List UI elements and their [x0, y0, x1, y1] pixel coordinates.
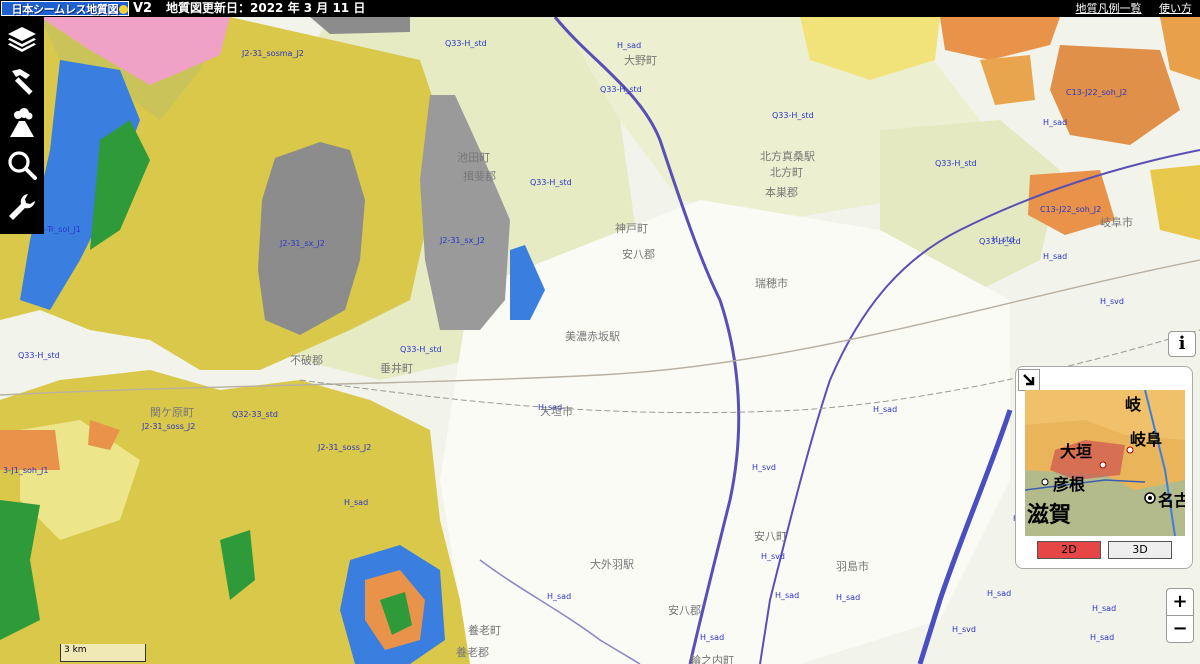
- top-bar: 日本シームレス地質図 V2 地質図更新日：2022 年 3 月 11 日 地質凡…: [0, 0, 1200, 17]
- geologic-unit-label[interactable]: H_sad: [547, 592, 571, 601]
- overview-place-4: 彦根: [1053, 475, 1085, 494]
- overview-map[interactable]: 岐 大垣 岐阜 彦根 名古 滋賀: [1025, 390, 1185, 536]
- legend-link[interactable]: 地質凡例一覧: [1076, 2, 1142, 15]
- geologic-unit-label[interactable]: 3-Tr_sol_J1: [40, 225, 81, 234]
- place-name-label: 瑞穂市: [755, 276, 788, 290]
- mode-3d-button[interactable]: 3D: [1108, 541, 1172, 559]
- geologic-unit-label[interactable]: 3-J1_soh_J1: [3, 466, 48, 475]
- left-toolbar: [0, 17, 44, 234]
- geologic-unit-label[interactable]: H_svd: [761, 552, 785, 561]
- overview-place-3: 岐阜: [1130, 430, 1162, 449]
- geologic-unit-label[interactable]: H_std: [992, 235, 1014, 244]
- place-name-label: 垂井町: [380, 361, 413, 375]
- place-name-label: 大野町: [624, 53, 657, 67]
- place-name-label: 安八郡: [668, 603, 701, 617]
- geologic-unit-label[interactable]: H_sad: [344, 498, 368, 507]
- geologic-unit-label[interactable]: C13-J22_soh_J2: [1040, 205, 1101, 214]
- geologic-unit-label[interactable]: H_sad: [1092, 604, 1116, 613]
- place-name-label: 輪之内町: [690, 653, 734, 664]
- geologic-unit-label[interactable]: H_svd: [752, 463, 776, 472]
- overview-place-2: 大垣: [1060, 442, 1092, 461]
- place-name-label: 羽島市: [836, 559, 869, 573]
- geologic-unit-label[interactable]: H_sad: [987, 589, 1011, 598]
- geologic-unit-label[interactable]: H_sad: [836, 593, 860, 602]
- logo-text: 日本シームレス地質図: [11, 2, 119, 16]
- layers-icon[interactable]: [6, 23, 38, 55]
- geologic-unit-label[interactable]: H_sad: [1043, 118, 1067, 127]
- place-name-label: 北方町: [770, 165, 803, 179]
- place-name-label: 関ケ原町: [150, 406, 194, 419]
- geologic-unit-label[interactable]: Q33-H_std: [530, 178, 572, 187]
- geologic-unit-label[interactable]: Q33-H_std: [600, 85, 642, 94]
- geologic-unit-label[interactable]: H_sad: [700, 633, 724, 642]
- rhyolite-sw: [0, 430, 60, 470]
- geologic-unit-label[interactable]: C13-J22_soh_J2: [1066, 88, 1127, 97]
- mode-2d-button[interactable]: 2D: [1037, 541, 1101, 559]
- place-name-label: 北方真桑駅: [760, 149, 815, 163]
- overview-place-1: 岐: [1125, 395, 1141, 414]
- geologic-unit-label[interactable]: Q33-H_std: [772, 111, 814, 120]
- overview-toggle-button[interactable]: [1018, 369, 1040, 391]
- place-name-label: 安八郡: [622, 247, 655, 261]
- geologic-unit-label[interactable]: H_sad: [775, 591, 799, 600]
- wrench-icon[interactable]: [6, 191, 38, 223]
- geologic-unit-label[interactable]: H_svd: [1100, 297, 1124, 306]
- place-name-label: 美濃赤坂駅: [565, 329, 620, 343]
- place-name-label: 養老町: [468, 623, 501, 637]
- geologic-unit-label[interactable]: H_sad: [1043, 252, 1067, 261]
- geologic-unit-label[interactable]: Q33-H_std: [935, 159, 977, 168]
- place-name-label: 本巣郡: [765, 185, 798, 199]
- geologic-unit-label[interactable]: J2-31_soss_J2: [141, 422, 195, 431]
- place-name-label: 大外羽駅: [590, 557, 634, 571]
- place-name-label: 大垣市: [540, 404, 573, 418]
- geologic-unit-label[interactable]: H_sad: [1090, 633, 1114, 642]
- arrow-icon: [1023, 374, 1035, 386]
- overview-place-6: 滋賀: [1027, 502, 1071, 528]
- scale-label: 3 km: [64, 645, 87, 655]
- geologic-unit-label[interactable]: J2-31_soss_J2: [317, 443, 371, 452]
- place-name-label: 不破郡: [290, 353, 323, 367]
- place-name-label: 揖斐郡: [463, 169, 496, 183]
- geologic-unit-label[interactable]: Q33-H_std: [400, 345, 442, 354]
- place-name-label: 池田町: [457, 151, 490, 164]
- geologic-unit-label[interactable]: Q33-H_std: [445, 39, 487, 48]
- geologic-unit-label[interactable]: J2-31_sosma_J2: [241, 49, 304, 58]
- geologic-unit-label[interactable]: H_sad: [873, 405, 897, 414]
- scale-bar: 3 km: [60, 644, 146, 662]
- search-icon[interactable]: [6, 149, 38, 181]
- help-link[interactable]: 使い方: [1159, 2, 1192, 15]
- geologic-unit-label[interactable]: Q33-H_std: [18, 351, 60, 360]
- place-name-label: 養老郡: [456, 645, 489, 659]
- overview-place-5: 名古: [1158, 491, 1185, 510]
- hammer-icon[interactable]: [6, 65, 38, 97]
- logo-badge-icon: [119, 5, 128, 14]
- info-button[interactable]: i: [1168, 331, 1196, 357]
- place-name-label: 岐阜市: [1100, 215, 1133, 229]
- zoom-in-button[interactable]: +: [1166, 588, 1194, 616]
- overview-map-panel: 岐 大垣 岐阜 彦根 名古 滋賀 2D 3D: [1015, 366, 1193, 569]
- geologic-unit-label[interactable]: J2-31_sx_J2: [279, 239, 325, 248]
- version-label: V2: [133, 1, 153, 16]
- geologic-unit-label[interactable]: Q32-33_std: [232, 410, 278, 419]
- place-name-label: 安八町: [754, 529, 787, 543]
- app-logo[interactable]: 日本シームレス地質図: [1, 1, 129, 16]
- place-name-label: 神戸町: [615, 221, 648, 235]
- update-date: 地質図更新日：2022 年 3 月 11 日: [166, 1, 366, 15]
- zoom-out-button[interactable]: −: [1166, 615, 1194, 643]
- volcano-icon[interactable]: [6, 107, 38, 139]
- geologic-unit-label[interactable]: H_svd: [952, 625, 976, 634]
- header-links: 地質凡例一覧 使い方: [1062, 0, 1193, 17]
- geologic-unit-label[interactable]: J2-31_sx_J2: [439, 236, 485, 245]
- geologic-unit-label[interactable]: H_sad: [617, 41, 641, 50]
